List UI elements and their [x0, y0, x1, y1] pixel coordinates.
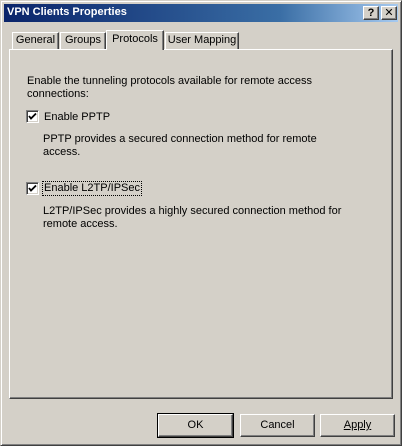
apply-button-label: Apply: [343, 419, 372, 431]
tab-groups-label: Groups: [64, 34, 102, 46]
title-bar[interactable]: VPN Clients Properties ? ✕: [4, 4, 398, 22]
tab-user-mapping[interactable]: User Mapping: [165, 32, 239, 49]
enable-l2tp-checkbox[interactable]: [26, 182, 39, 195]
pptp-description: PPTP provides a secured connection metho…: [43, 133, 317, 158]
checkmark-icon: [28, 112, 37, 120]
ok-button[interactable]: OK: [157, 413, 234, 438]
close-button[interactable]: ✕: [381, 6, 397, 20]
intro-text: Enable the tunneling protocols available…: [27, 75, 312, 100]
window-title: VPN Clients Properties: [7, 6, 127, 18]
protocols-panel: Enable the tunneling protocols available…: [9, 49, 393, 399]
tab-protocols[interactable]: Protocols: [106, 30, 164, 50]
tab-user-mapping-label: User Mapping: [167, 34, 237, 46]
l2tp-description: L2TP/IPSec provides a highly secured con…: [43, 205, 342, 230]
checkmark-icon: [28, 184, 37, 192]
tab-general-label: General: [15, 34, 56, 46]
tab-groups[interactable]: Groups: [60, 32, 106, 49]
apply-button[interactable]: Apply: [320, 414, 395, 437]
enable-l2tp-label[interactable]: Enable L2TP/IPSec: [41, 181, 143, 196]
help-icon: ?: [367, 7, 375, 19]
enable-pptp-checkbox[interactable]: [26, 110, 39, 123]
cancel-button[interactable]: Cancel: [240, 414, 315, 437]
enable-pptp-label[interactable]: Enable PPTP: [44, 111, 110, 124]
close-icon: ✕: [384, 7, 394, 19]
tab-general[interactable]: General: [12, 32, 59, 49]
help-button[interactable]: ?: [363, 6, 379, 20]
tab-protocols-label: Protocols: [112, 33, 158, 45]
properties-dialog: VPN Clients Properties ? ✕ General Group…: [0, 0, 402, 446]
